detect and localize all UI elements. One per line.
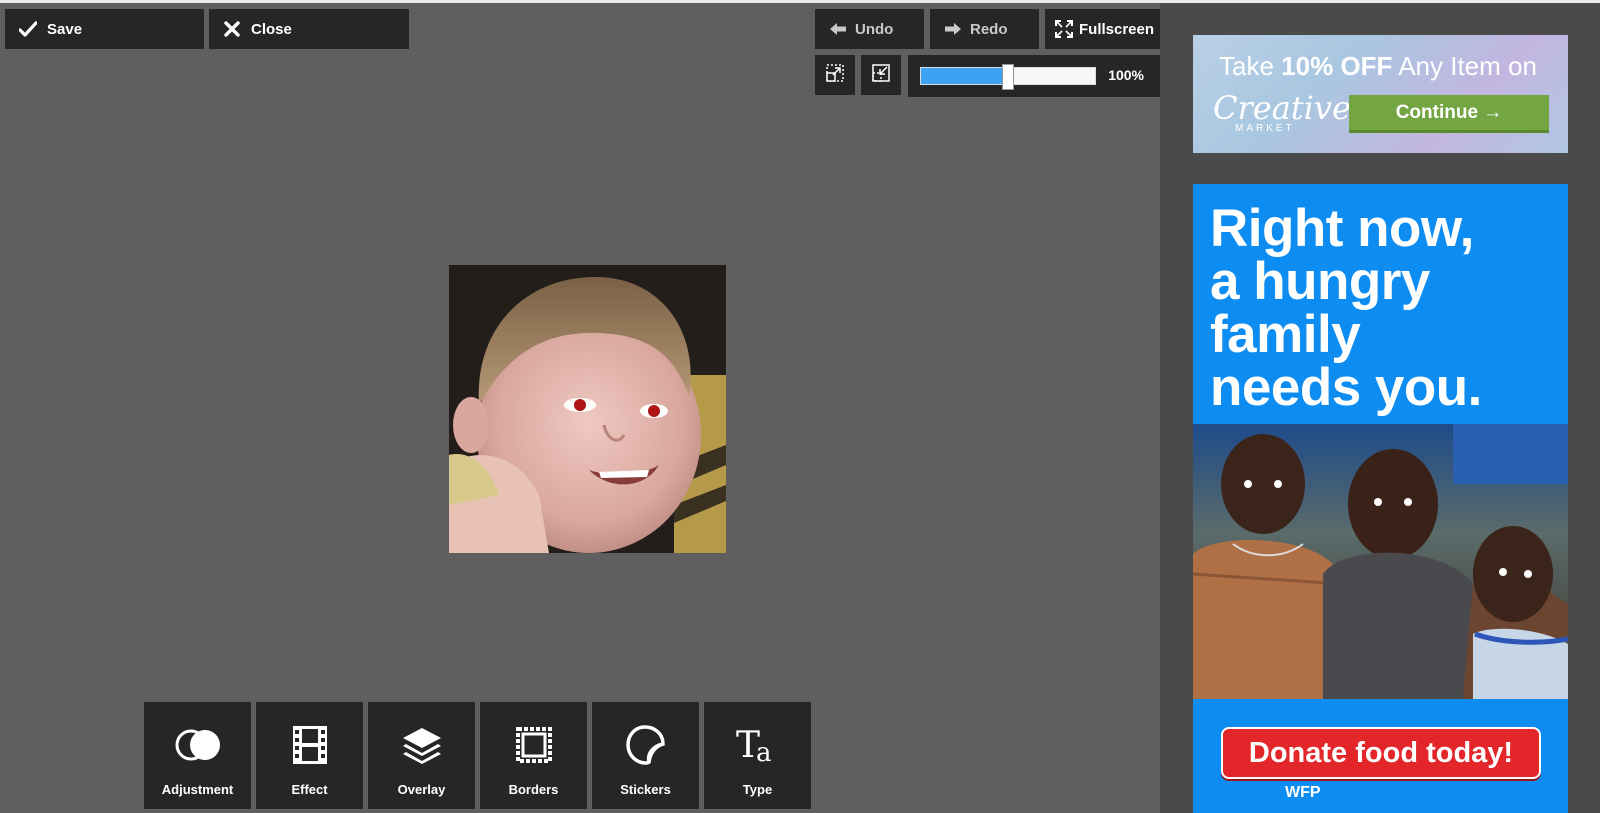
photo-editor-canvas: Save Close Undo Redo Fullscreen 100% Adj… [0,3,1160,813]
fit-to-screen-button[interactable] [815,55,855,95]
tool-bar: Adjustment Effect Overlay Borders Sticke… [144,702,811,809]
ad-family-photo [1193,424,1568,699]
ad-offer-text: Take 10% OFF Any Item on [1219,51,1537,82]
tool-stickers[interactable]: Stickers [592,702,699,809]
adjustment-icon [175,724,221,766]
type-icon: T a [736,724,780,766]
zoom-panel: 100% [908,55,1160,97]
creative-market-logo-sub: MARKET [1235,123,1295,134]
tool-borders[interactable]: Borders [480,702,587,809]
arrow-left-icon [825,22,851,36]
border-frame-icon [515,724,553,766]
ad-offer-text-pre: Take [1219,51,1282,81]
actual-size-button[interactable] [861,55,901,95]
film-icon [292,724,327,766]
donate-button[interactable]: Donate food today! [1221,727,1541,779]
zoom-level-label: 100% [1108,67,1144,83]
checkmark-icon [15,21,41,37]
zoom-slider-thumb[interactable] [1002,64,1014,90]
ad-headline-line: a hungry [1210,252,1430,311]
ad-headline: Right now, a hungry family needs you. [1210,202,1482,414]
zoom-slider-fill [921,68,1008,84]
layers-icon [401,724,443,766]
tool-overlay[interactable]: Overlay [368,702,475,809]
tool-label: Overlay [397,782,446,797]
tool-label: Stickers [620,782,671,797]
save-button[interactable]: Save [5,9,204,49]
tool-label: Type [742,782,773,797]
close-icon [219,21,245,37]
creative-market-ad[interactable]: Take 10% OFF Any Item on Creative MARKET… [1193,35,1568,153]
redo-button[interactable]: Redo [930,9,1039,49]
sticker-icon [625,724,667,766]
creative-market-logo: Creative [1213,89,1351,127]
close-button-label: Close [251,20,292,38]
fullscreen-button[interactable]: Fullscreen [1045,9,1160,49]
tool-type[interactable]: T a Type [704,702,811,809]
ad-headline-line: family [1210,305,1361,364]
zoom-slider[interactable] [920,64,1096,90]
tool-adjustment[interactable]: Adjustment [144,702,251,809]
tool-label: Adjustment [161,782,234,797]
tool-label: Borders [508,782,559,797]
undo-button-label: Undo [855,20,894,38]
ad-headline-line: needs you. [1210,358,1482,417]
ad-offer-text-post: Any Item on [1392,51,1537,81]
redo-button-label: Redo [970,20,1008,38]
edited-photo[interactable] [449,265,726,553]
tool-label: Effect [291,782,328,797]
wfp-ad[interactable]: Right now, a hungry family needs you. Do… [1193,184,1568,813]
wfp-logo-text: WFP [1285,784,1321,801]
ad-offer-text-bold: 10% OFF [1281,51,1393,81]
close-button[interactable]: Close [209,9,409,49]
shrink-icon [871,63,891,88]
tool-effect[interactable]: Effect [256,702,363,809]
ad-headline-line: Right now, [1210,199,1474,258]
ad-sidebar: Take 10% OFF Any Item on Creative MARKET… [1160,3,1600,813]
fullscreen-button-label: Fullscreen [1079,20,1155,38]
save-button-label: Save [47,20,83,38]
undo-button[interactable]: Undo [815,9,924,49]
expand-icon [825,63,845,88]
svg-text:a: a [756,738,772,765]
arrow-right-icon [940,22,966,36]
fullscreen-icon [1051,20,1077,38]
ad-continue-button[interactable]: Continue → [1349,95,1549,133]
